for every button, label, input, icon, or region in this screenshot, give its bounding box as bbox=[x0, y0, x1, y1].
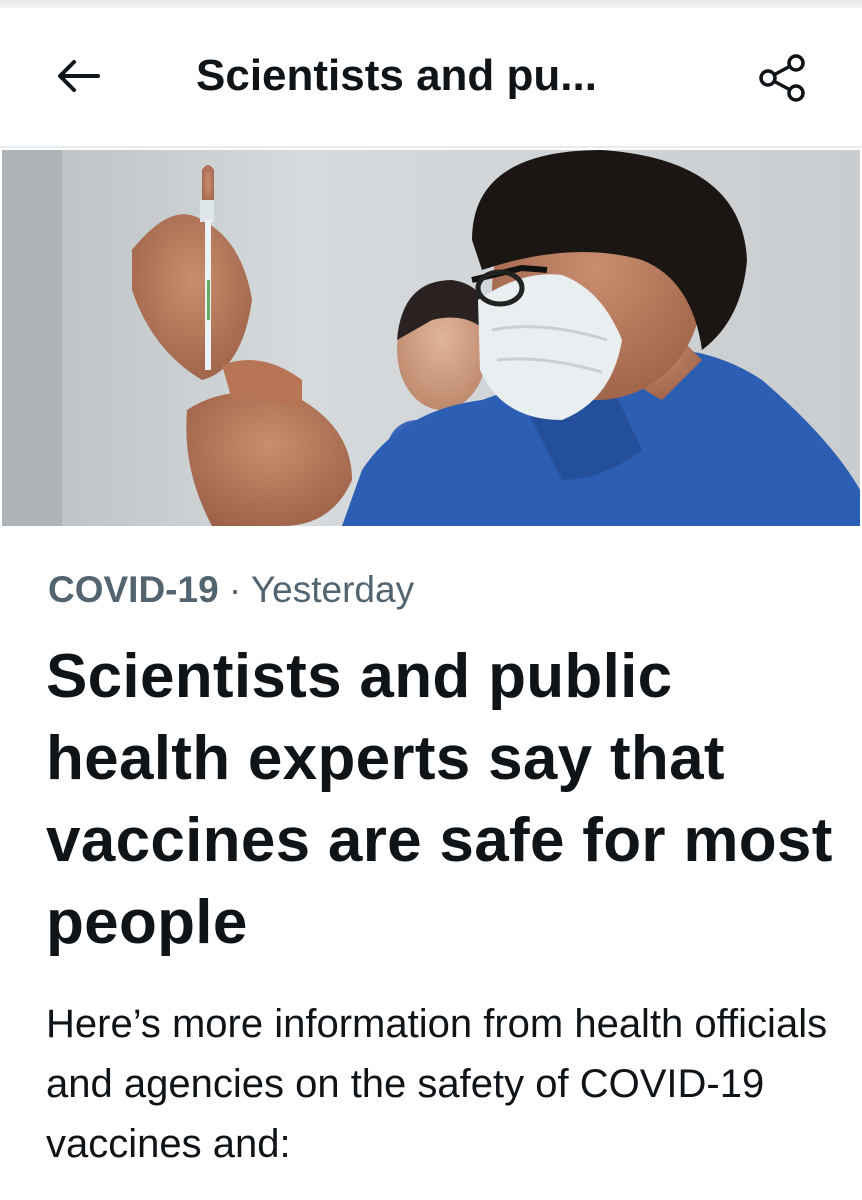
meta-separator: · bbox=[218, 569, 251, 610]
top-app-bar: Scientists and pu... bbox=[0, 8, 862, 148]
category-label[interactable]: COVID-19 bbox=[48, 569, 219, 610]
share-icon bbox=[759, 54, 805, 102]
article-headline: Scientists and public health experts say… bbox=[46, 642, 833, 957]
back-button[interactable] bbox=[48, 46, 108, 106]
article-hero-image[interactable] bbox=[2, 150, 860, 526]
vaccine-photo bbox=[2, 150, 860, 526]
header-title: Scientists and pu... bbox=[196, 51, 597, 100]
article-summary: Here’s more information from health offi… bbox=[46, 1002, 828, 1166]
timestamp: Yesterday bbox=[250, 569, 415, 610]
arrow-left-icon bbox=[58, 60, 100, 92]
share-button[interactable] bbox=[752, 48, 812, 108]
article-meta: COVID-19 · Yesterday bbox=[48, 562, 414, 618]
status-bar-edge bbox=[0, 0, 862, 8]
